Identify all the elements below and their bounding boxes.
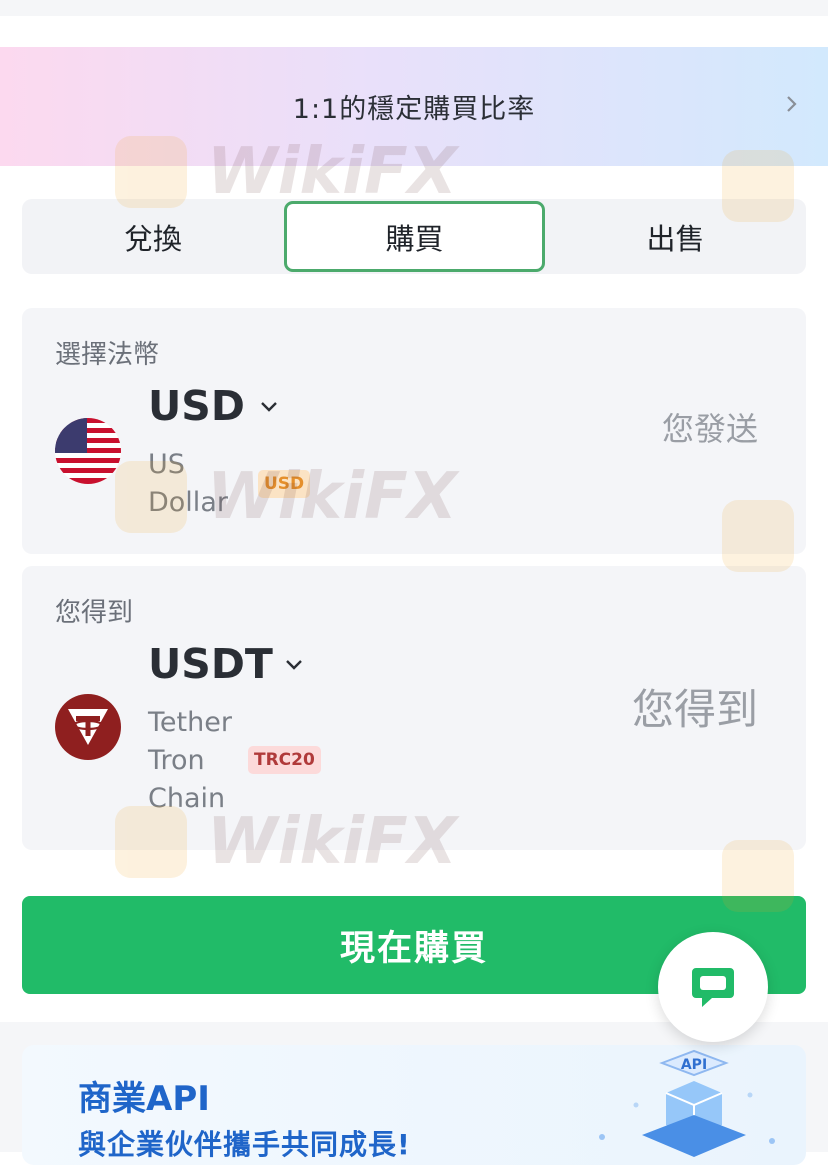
crypto-name-line1: Tether [148, 707, 232, 738]
chevron-down-icon[interactable] [285, 659, 303, 671]
fiat-name-line2: Dollar [148, 487, 228, 518]
chat-icon [692, 968, 734, 1007]
crypto-label: 您得到 [55, 598, 134, 628]
crypto-amount-input[interactable]: 您得到 [632, 676, 758, 737]
promo-title: 商業API [78, 1079, 210, 1119]
crypto-badge: TRC20 [248, 746, 321, 774]
top-strip [0, 0, 828, 16]
business-api-promo[interactable]: 商業API 與企業伙伴攜手共同成長! API [22, 1045, 806, 1165]
chat-button[interactable] [658, 932, 768, 1042]
banner-text: 1:1的穩定購買比率 [292, 94, 536, 125]
crypto-name-line3: Chain [148, 783, 226, 814]
rate-banner[interactable]: 1:1的穩定購買比率 [0, 47, 828, 166]
api-cube-illustration: API [599, 1049, 775, 1157]
chevron-down-icon[interactable] [260, 401, 278, 413]
tether-shield-glyph [68, 709, 108, 745]
crypto-name-line2: Tron [148, 745, 205, 776]
fiat-code[interactable]: USD [148, 382, 245, 430]
tab-buy[interactable]: 購買 [284, 201, 545, 272]
fiat-amount-input[interactable]: 您發送 [662, 404, 758, 450]
us-flag-icon [55, 418, 121, 484]
tab-exchange[interactable]: 兌換 [22, 199, 284, 274]
fiat-card: 選擇法幣 USD US Dollar USD 您發送 [22, 308, 806, 554]
api-art-label: API [681, 1057, 707, 1073]
promo-subtitle: 與企業伙伴攜手共同成長! [78, 1128, 411, 1161]
chevron-right-icon [787, 96, 797, 112]
fiat-label: 選擇法幣 [55, 340, 160, 370]
tab-sell[interactable]: 出售 [545, 199, 806, 274]
crypto-code[interactable]: USDT [148, 640, 273, 688]
fiat-name-line1: US [148, 449, 185, 480]
trade-tabs: 兌換 購買 出售 [22, 199, 806, 274]
fiat-badge: USD [258, 470, 311, 498]
crypto-card: 您得到 USDT Tether Tron Chain TRC20 您得到 [22, 566, 806, 850]
tether-icon [55, 694, 121, 760]
